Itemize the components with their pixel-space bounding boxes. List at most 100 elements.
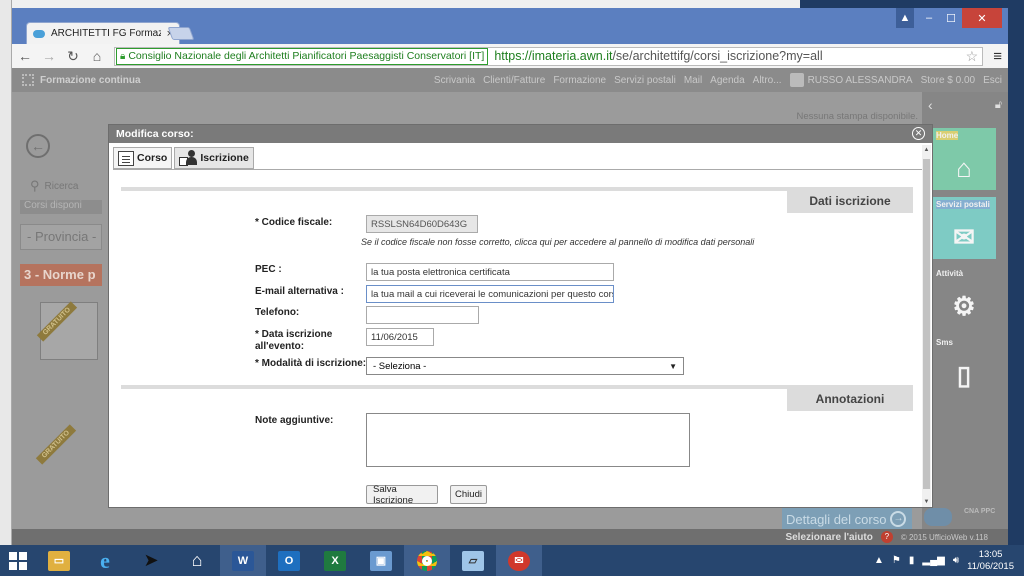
flag-icon[interactable]: ⚑ [892,555,901,566]
remote-desktop-icon[interactable]: ▣ [358,545,404,576]
bookmark-star-icon[interactable]: ☆ [966,48,979,65]
modalita-select[interactable]: - Seleziona - ▼ [366,357,684,375]
course-thumbnail[interactable]: GRATUITO [36,301,98,360]
app-icon[interactable]: ➤ [128,545,174,576]
scroll-thumb[interactable] [923,159,930,489]
telefono-label: Telefono: [255,307,300,318]
signal-icon[interactable]: ▂▄▆ [922,555,944,566]
clock-date: 11/06/2015 [967,560,1014,572]
tray-expand-icon[interactable]: ▲ [874,555,884,566]
internet-explorer-icon[interactable]: e [82,545,128,576]
left-column: ← ⚲ Ricerca Corsi disponi - Provincia - … [12,92,102,532]
mail-icon[interactable]: ✉ [496,545,542,576]
help-question-icon[interactable]: ? [880,531,893,543]
user-form-icon [179,150,198,166]
data-iscrizione-label: * Data iscrizione all'evento: [255,329,332,353]
note-textarea[interactable] [366,413,690,467]
reload-icon[interactable]: ↻ [66,48,80,65]
tile-sms[interactable]: Sms ▯ [932,335,996,397]
email-input[interactable]: la tua mail a cui riceverai le comunicaz… [366,285,614,303]
home-icon[interactable]: ⌂ [174,545,220,576]
data-iscrizione-label-2: all'evento: [255,341,305,352]
search-link[interactable]: ⚲ Ricerca [30,178,78,194]
battery-icon[interactable]: ▮ [909,555,915,566]
course-thumbnail-cnappc[interactable]: GRATUITO [35,422,98,502]
tile-attivita-label: Attività [936,269,964,278]
maximize-button[interactable]: ☐ [940,8,962,28]
modal-tabs: Corso Iscrizione [113,147,254,169]
back-circle-icon[interactable]: ← [26,134,50,158]
browser-tab[interactable]: ARCHITETTI FG Formazion × [26,22,180,44]
modal-close-icon[interactable]: ✕ [912,127,925,140]
tab-corso[interactable]: Corso [113,147,173,169]
user-menu[interactable]: RUSSO ALESSANDRA [789,73,913,87]
back-arrow-icon[interactable]: ← [18,48,32,64]
user-avatar-icon [789,73,804,87]
menu-icon[interactable]: ≡ [993,48,1002,65]
tile-servizi-postali[interactable]: Servizi postali ✉ [932,197,996,259]
chrome-icon[interactable] [404,545,450,576]
scroll-down-icon[interactable]: ▼ [922,499,931,505]
tab-title: ARCHITETTI FG Formazion [51,28,161,39]
modal-scrollbar[interactable]: ▲ ▼ [922,145,931,507]
scroll-up-icon[interactable]: ▲ [922,147,931,153]
close-button[interactable]: Chiudi [450,485,487,504]
desktop-window-edge [0,0,800,8]
window-controls: ▲ – ☐ ✕ [896,8,1002,28]
web-page: Formazione continua Scrivania Clienti/Fa… [12,68,1008,545]
exit-link[interactable]: Esci [983,75,1002,86]
profile-icon[interactable]: ▲ [896,8,914,28]
store-balance[interactable]: Store $ 0.00 [921,75,975,86]
unlock-icon[interactable]: 🔓︎ [995,99,1002,112]
brand-logo-icon [22,74,34,86]
nav-mail[interactable]: Mail [684,75,702,86]
telefono-input[interactable] [366,306,479,324]
url-host: https://imateria.awn.it [494,49,613,63]
tab-divider [113,169,922,170]
browser-toolbar: ← → ↻ ⌂ 🔒︎ Consiglio Nazionale degli Arc… [12,44,1008,68]
pec-input[interactable]: la tua posta elettronica certificata [366,263,614,281]
start-button[interactable] [0,551,36,570]
outlook-icon[interactable]: O [266,545,312,576]
help-label[interactable]: Selezionare l'aiuto [785,532,872,543]
lock-icon: 🔒︎ [120,50,126,62]
minimize-button[interactable]: – [918,8,940,28]
phone-icon: ▯ [956,360,972,390]
save-enrollment-button[interactable]: Salva Iscrizione [366,484,438,506]
home-icon[interactable]: ⌂ [90,48,104,64]
section-title-annotazioni: Annotazioni [787,387,913,411]
tab-iscrizione[interactable]: Iscrizione [174,147,254,169]
tile-attivita[interactable]: Attività ⚙ [932,266,996,328]
word-icon[interactable]: W [220,545,266,576]
nav-formazione[interactable]: Formazione [553,75,606,86]
app-brand[interactable]: Formazione continua [22,74,141,86]
codice-fiscale-hint-link[interactable]: Se il codice fiscale non fosse corretto,… [361,237,754,247]
file-explorer-icon[interactable]: ▭ [36,545,82,576]
excel-icon[interactable]: X [312,545,358,576]
modal-title: Modifica corso: [116,128,194,140]
nav-servizi-postali[interactable]: Servizi postali [614,75,676,86]
new-tab-button[interactable] [167,27,195,40]
course-details-button[interactable]: Dettagli del corso → [782,508,912,530]
ev-org-label: Consiglio Nazionale degli Architetti Pia… [128,50,485,62]
search-icon: ⚲ [30,178,40,193]
brand-label: Formazione continua [40,74,141,86]
course-heading: 3 - Norme p [20,264,102,286]
nav-agenda[interactable]: Agenda [710,75,744,86]
volume-icon[interactable]: 🔊︎ [953,555,959,566]
top-nav: Scrivania Clienti/Fatture Formazione Ser… [434,73,1008,87]
tab-corso-label: Corso [137,152,168,164]
data-iscrizione-input[interactable]: 11/06/2015 [366,328,434,346]
nav-clienti[interactable]: Clienti/Fatture [483,75,545,86]
notepad-icon[interactable]: ▱ [450,545,496,576]
nav-scrivania[interactable]: Scrivania [434,75,475,86]
address-bar[interactable]: 🔒︎ Consiglio Nazionale degli Architetti … [114,46,984,66]
province-select[interactable]: - Provincia - [20,224,102,250]
close-button[interactable]: ✕ [962,8,1002,28]
tile-home[interactable]: Home ⌂ [932,128,996,190]
collapse-chevron-icon[interactable]: ‹ [928,97,933,113]
forward-arrow-icon[interactable]: → [42,48,56,64]
ev-certificate-badge[interactable]: 🔒︎ Consiglio Nazionale degli Architetti … [116,47,489,65]
nav-altro[interactable]: Altro... [753,75,782,86]
clock[interactable]: 13:05 11/06/2015 [967,549,1014,573]
